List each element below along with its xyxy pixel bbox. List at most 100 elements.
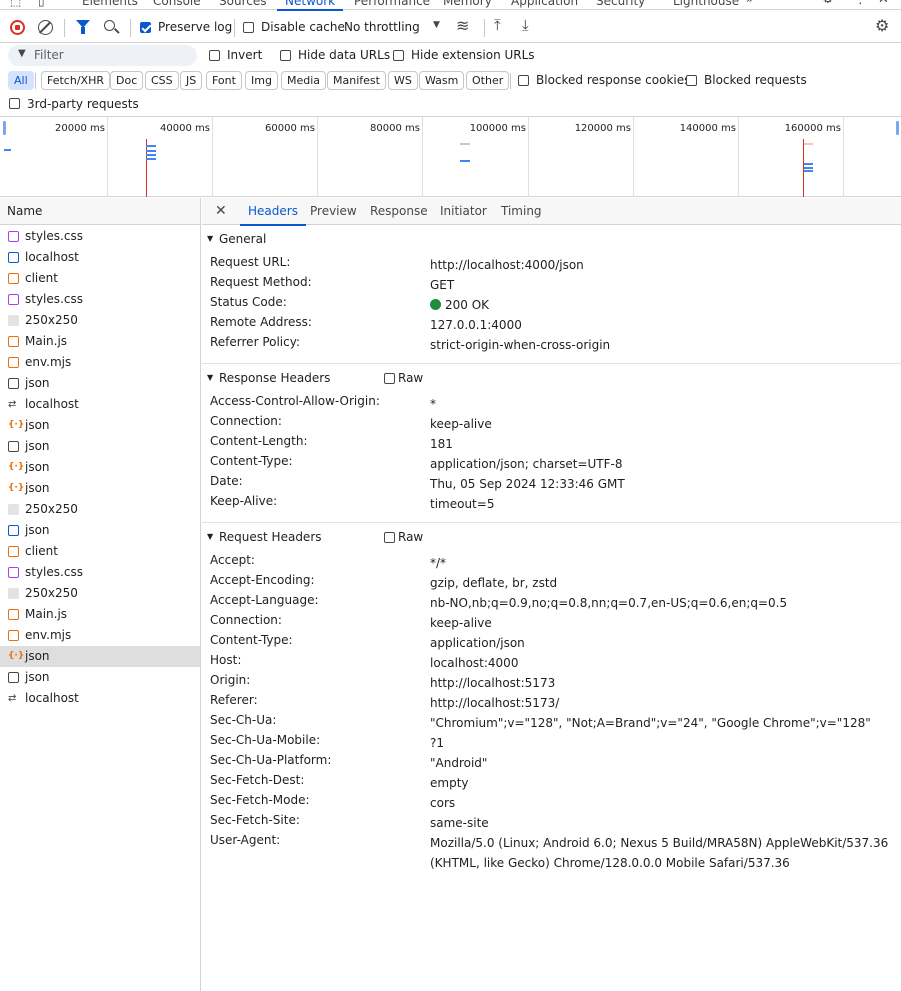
request-row[interactable]: json [0,373,200,394]
import-har-icon[interactable]: ⤒ [494,16,501,34]
third-party-label: 3rd-party requests [27,97,139,111]
header-value: nb-NO,nb;q=0.9,no;q=0.8,nn;q=0.7,en-US;q… [430,596,788,610]
type-filter-doc[interactable]: Doc [110,71,144,90]
request-row[interactable]: localhost [0,247,200,268]
request-row[interactable]: client [0,541,200,562]
websocket-icon: ⇄ [8,693,17,704]
tab-security[interactable]: Security [596,0,645,10]
type-filter-all[interactable]: All [8,71,34,90]
tab-lighthouse[interactable]: Lighthouse [673,0,739,10]
device-toolbar-icon[interactable]: ▯ [38,0,45,8]
overview-tick-label: 80000 ms [370,123,420,134]
request-row[interactable]: json [0,667,200,688]
record-stop-icon[interactable] [10,20,25,35]
type-filter-manifest[interactable]: Manifest [327,71,386,90]
more-options-icon[interactable]: ⋮ [854,0,867,7]
preserve-log-checkbox[interactable] [140,22,151,33]
type-filter-fetch-xhr[interactable]: Fetch/XHR [41,71,110,90]
request-name: json [25,481,50,495]
network-settings-gear-icon[interactable]: ⚙ [875,16,889,35]
request-row[interactable]: client [0,268,200,289]
third-party-row: 3rd-party requests [0,94,901,116]
header-row: Access-Control-Allow-Origin: * [210,394,900,414]
request-row[interactable]: 250x250 [0,310,200,331]
request-row[interactable]: env.mjs [0,625,200,646]
overview-left-handle[interactable] [3,121,6,135]
tab-preview[interactable]: Preview [310,198,357,225]
request-row[interactable]: styles.css [0,226,200,247]
close-devtools-icon[interactable]: ✕ [878,0,889,7]
type-filter-wasm[interactable]: Wasm [419,71,465,90]
request-row[interactable]: 250x250 [0,583,200,604]
request-row[interactable]: env.mjs [0,352,200,373]
close-details-icon[interactable]: ✕ [215,203,227,219]
tab-application[interactable]: Application [511,0,578,10]
request-raw-checkbox[interactable] [384,532,395,543]
type-filter-img[interactable]: Img [245,71,278,90]
tab-sources[interactable]: Sources [219,0,266,10]
header-value: "Android" [430,756,488,770]
type-filter-media[interactable]: Media [281,71,327,90]
request-row[interactable]: styles.css [0,289,200,310]
request-row[interactable]: Main.js [0,331,200,352]
inspect-element-icon[interactable]: ⬚ [10,0,21,8]
general-section-header[interactable]: ▼ General [202,227,901,251]
type-filter-ws[interactable]: WS [388,71,418,90]
request-row[interactable]: Main.js [0,604,200,625]
tab-elements[interactable]: Elements [82,0,138,10]
third-party-checkbox[interactable] [9,98,20,109]
more-tabs-icon[interactable]: » [746,0,753,6]
expand-triangle-icon: ▼ [207,373,214,382]
network-overview-timeline[interactable]: 20000 ms 40000 ms 60000 ms 80000 ms 1000… [0,116,901,197]
blocked-requests-label: Blocked requests [704,73,807,87]
search-icon[interactable] [104,20,120,34]
tab-headers[interactable]: Headers [240,198,306,226]
request-row[interactable]: 250x250 [0,499,200,520]
request-row[interactable]: styles.css [0,562,200,583]
header-value: 181 [430,437,453,451]
request-row[interactable]: {·} json [0,646,200,667]
filter-placeholder: Filter [34,48,64,62]
request-row[interactable]: json [0,436,200,457]
tab-response[interactable]: Response [370,198,428,225]
request-row[interactable]: json [0,520,200,541]
disable-cache-checkbox[interactable] [243,22,254,33]
tab-network[interactable]: Network [276,0,344,11]
blocked-response-cookies-checkbox[interactable] [518,75,529,86]
type-filter-js[interactable]: JS [180,71,203,90]
request-row[interactable]: {·} json [0,478,200,499]
type-filter-other[interactable]: Other [466,71,510,90]
settings-gear-icon[interactable]: ⚙ [822,0,834,7]
header-name: Sec-Ch-Ua-Mobile: [210,733,321,747]
request-row[interactable]: {·} json [0,415,200,436]
response-headers-section-header[interactable]: ▼ Response Headers [202,366,901,390]
network-conditions-icon[interactable]: ≋ [456,16,469,35]
response-raw-checkbox[interactable] [384,373,395,384]
hide-extension-urls-checkbox[interactable] [393,50,404,61]
type-filter-css[interactable]: CSS [145,71,179,90]
filter-input[interactable]: ▼ Filter [8,45,197,66]
export-har-icon[interactable]: ⤓ [522,16,529,34]
image-icon [8,504,19,515]
image-icon [8,315,19,326]
tab-timing[interactable]: Timing [501,198,542,225]
chevron-down-icon[interactable]: ▼ [433,20,440,30]
hide-data-urls-checkbox[interactable] [280,50,291,61]
type-filter-font[interactable]: Font [206,71,242,90]
invert-checkbox[interactable] [209,50,220,61]
request-headers-section-header[interactable]: ▼ Request Headers [202,525,901,549]
clear-icon[interactable] [38,20,53,35]
overview-right-handle[interactable] [896,121,899,135]
name-column-header[interactable]: Name [0,198,200,225]
header-value: gzip, deflate, br, zstd [430,576,558,590]
request-row[interactable]: ⇄ localhost [0,688,200,709]
throttling-select[interactable]: No throttling [344,20,420,34]
tab-memory[interactable]: Memory [443,0,492,10]
tab-initiator[interactable]: Initiator [440,198,487,225]
request-row[interactable]: ⇄ localhost [0,394,200,415]
tab-console[interactable]: Console [153,0,201,10]
blocked-requests-checkbox[interactable] [686,75,697,86]
tab-performance[interactable]: Performance [354,0,430,10]
hide-extension-urls-label: Hide extension URLs [411,48,535,62]
request-row[interactable]: {·} json [0,457,200,478]
